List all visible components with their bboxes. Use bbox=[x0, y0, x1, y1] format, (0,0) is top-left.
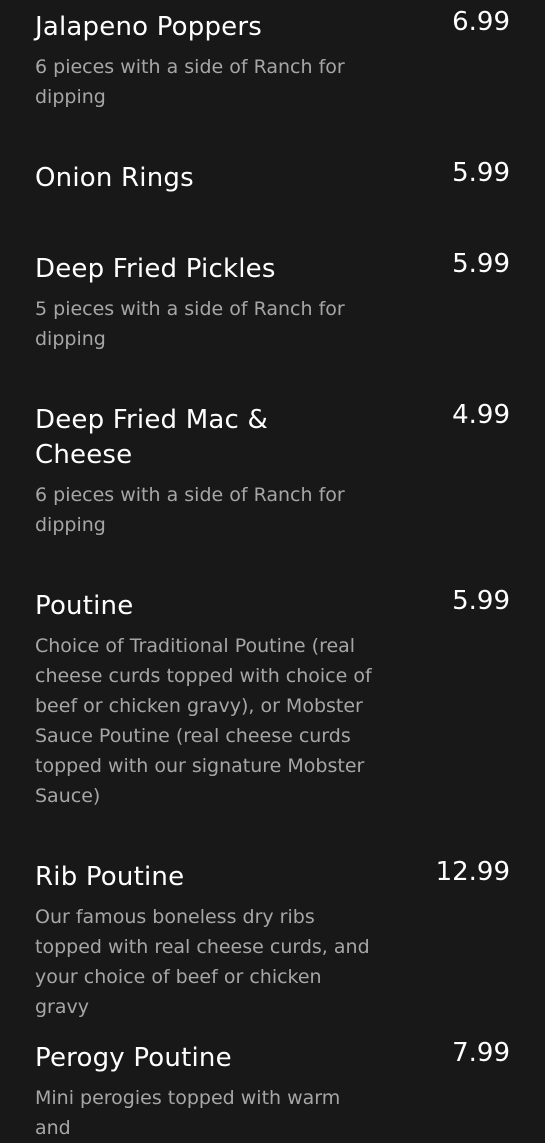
menu-item-name: Deep Fried Mac & Cheese bbox=[35, 405, 268, 470]
menu-item-description: Mini perogies topped with warm and bbox=[35, 1087, 341, 1139]
menu-item-name: Deep Fried Pickles bbox=[35, 254, 276, 284]
menu-item-price: 12.99 bbox=[435, 857, 510, 887]
menu-item-price: 7.99 bbox=[452, 1038, 510, 1068]
menu-item-price: 6.99 bbox=[452, 7, 510, 37]
menu-item-name: Poutine bbox=[35, 591, 134, 621]
menu-item-name: Jalapeno Poppers bbox=[35, 12, 263, 42]
menu-item-price: 4.99 bbox=[452, 400, 510, 430]
menu-item-description: Choice of Traditional Poutine (real chee… bbox=[35, 635, 372, 807]
menu-item-description: 5 pieces with a side of Ranch for dippin… bbox=[35, 298, 345, 350]
menu-item-price: 5.99 bbox=[452, 158, 510, 188]
menu-item-price: 5.99 bbox=[452, 249, 510, 279]
menu-item-description: 6 pieces with a side of Ranch for dippin… bbox=[35, 56, 345, 108]
menu-item-name: Rib Poutine bbox=[35, 862, 185, 892]
menu-item-description: Our famous boneless dry ribs topped with… bbox=[35, 906, 370, 1018]
menu-item-name: Onion Rings bbox=[35, 163, 194, 193]
menu-item-price: 5.99 bbox=[452, 586, 510, 616]
menu-item-name: Perogy Poutine bbox=[35, 1043, 232, 1073]
menu-item-description: 6 pieces with a side of Ranch for dippin… bbox=[35, 484, 345, 536]
